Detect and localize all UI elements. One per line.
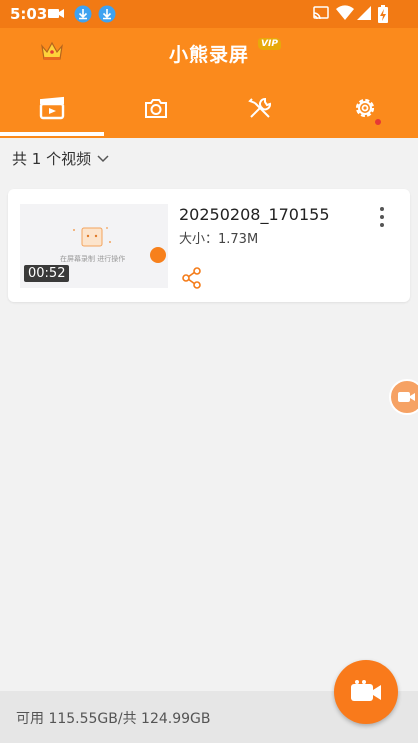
video-count-filter[interactable]: 共 1 个视频 <box>12 148 109 169</box>
signal-icon <box>357 6 371 20</box>
more-options-icon[interactable] <box>376 205 388 229</box>
app-header: 小熊录屏 VIP <box>0 28 418 138</box>
notification-dot <box>375 119 381 125</box>
video-duration: 00:52 <box>24 265 70 282</box>
chevron-down-icon <box>97 154 109 162</box>
app-title: 小熊录屏 <box>168 44 249 66</box>
vip-badge[interactable]: VIP <box>258 38 281 50</box>
camera-icon <box>145 99 167 118</box>
tab-videos[interactable] <box>0 84 104 132</box>
video-camera-icon <box>351 680 381 701</box>
video-count-label: 共 1 个视频 <box>12 150 92 168</box>
video-list-item[interactable]: 在屏幕录制 进行操作 00:52 20250208_170155 大小：1.73… <box>8 189 410 302</box>
empty-box-illustration-icon <box>73 227 111 247</box>
battery-charging-icon <box>378 5 388 23</box>
gear-icon <box>355 98 375 118</box>
tools-icon <box>248 97 271 118</box>
download-icon <box>98 5 116 23</box>
storage-info: 可用 115.55GB/共 124.99GB <box>16 711 211 727</box>
wifi-icon <box>336 5 354 21</box>
clapperboard-icon <box>39 96 65 120</box>
status-bar: 5:03 <box>0 0 418 28</box>
video-size: 大小：1.73M <box>179 232 259 247</box>
cast-icon <box>313 6 329 20</box>
status-time: 5:03 <box>10 5 48 23</box>
video-filename: 20250208_170155 <box>179 205 330 224</box>
thumbnail-caption: 在屏幕录制 进行操作 <box>60 255 126 263</box>
floating-record-button[interactable] <box>389 379 418 415</box>
download-icon <box>74 5 92 23</box>
video-thumbnail[interactable]: 在屏幕录制 进行操作 00:52 <box>20 204 168 288</box>
tab-indicator <box>0 132 104 136</box>
tab-settings[interactable] <box>313 84 417 132</box>
video-camera-icon <box>398 392 415 402</box>
tab-screenshots[interactable] <box>104 84 208 132</box>
share-icon[interactable] <box>181 267 203 289</box>
tab-tools[interactable] <box>208 84 312 132</box>
video-camera-icon <box>48 9 64 18</box>
thumbnail-record-button-icon <box>150 247 166 263</box>
start-recording-button[interactable] <box>334 660 398 724</box>
